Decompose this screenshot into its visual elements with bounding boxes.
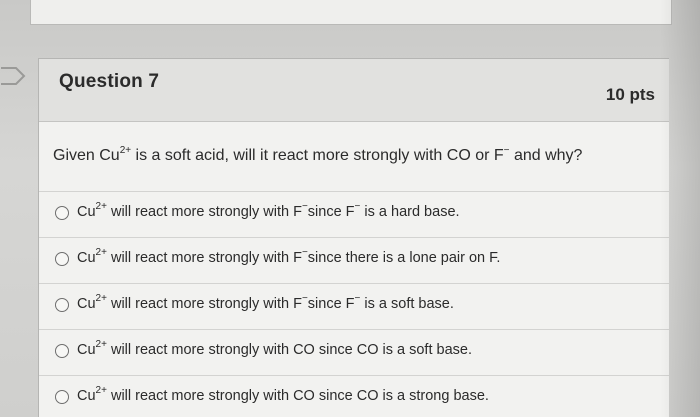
question-flag-icon[interactable] bbox=[0, 66, 26, 86]
question-prompt: Given Cu2+ is a soft acid, will it react… bbox=[53, 145, 583, 165]
radio-button-icon[interactable] bbox=[55, 390, 69, 404]
question-title: Question 7 bbox=[59, 71, 160, 92]
quiz-screen: Question 7 10 pts Given Cu2+ is a soft a… bbox=[0, 0, 700, 417]
answer-option[interactable]: Cu2+ will react more strongly with F−sin… bbox=[39, 237, 669, 282]
answer-label: Cu2+ will react more strongly with F−sin… bbox=[77, 247, 501, 267]
answer-label: Cu2+ will react more strongly with CO si… bbox=[77, 385, 489, 405]
answer-label: Cu2+ will react more strongly with F−sin… bbox=[77, 293, 454, 313]
radio-button-icon[interactable] bbox=[55, 206, 69, 220]
answer-option[interactable]: Cu2+ will react more strongly with F−sin… bbox=[39, 191, 669, 236]
answer-option[interactable]: Cu2+ will react more strongly with CO si… bbox=[39, 329, 669, 374]
radio-button-icon[interactable] bbox=[55, 344, 69, 358]
previous-question-card bbox=[30, 0, 672, 25]
question-card: Question 7 10 pts Given Cu2+ is a soft a… bbox=[38, 58, 669, 417]
answer-label: Cu2+ will react more strongly with CO si… bbox=[77, 339, 472, 359]
radio-button-icon[interactable] bbox=[55, 252, 69, 266]
answer-label: Cu2+ will react more strongly with F−sin… bbox=[77, 201, 460, 221]
answer-option[interactable]: Cu2+ will react more strongly with CO si… bbox=[39, 375, 669, 417]
question-header: Question 7 10 pts bbox=[39, 59, 669, 122]
question-points: 10 pts bbox=[605, 85, 655, 104]
answer-option[interactable]: Cu2+ will react more strongly with F−sin… bbox=[39, 283, 669, 328]
radio-button-icon[interactable] bbox=[55, 298, 69, 312]
